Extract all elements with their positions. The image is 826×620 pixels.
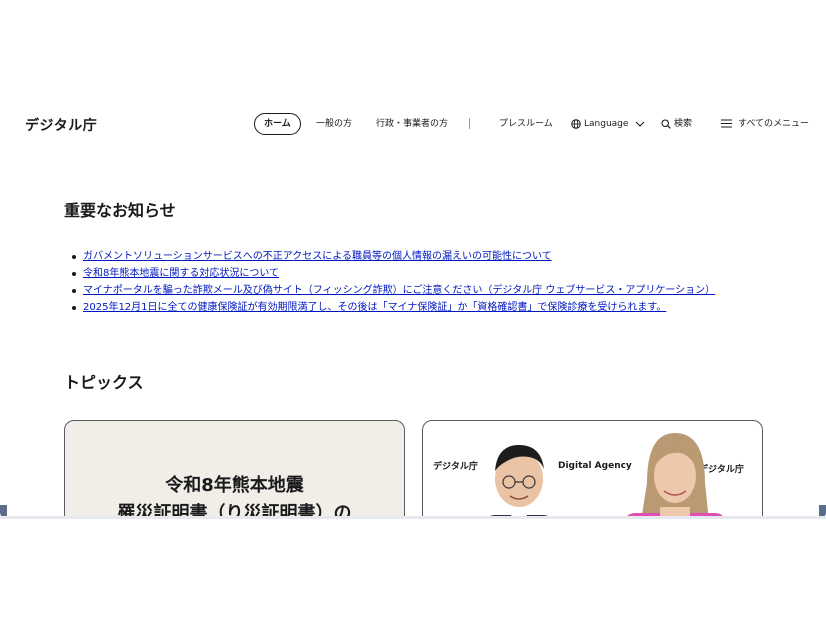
nav-all-menu-label: すべてのメニュー bbox=[738, 119, 810, 129]
notice-link[interactable]: 令和8年熊本地震に関する対応状況について bbox=[83, 268, 279, 279]
nav-search-label: 検索 bbox=[674, 119, 693, 129]
meeting-photo bbox=[486, 433, 725, 518]
notice-link[interactable]: ガバメントソリューションサービスへの不正アクセスによる職員等の個人情報の漏えいの… bbox=[83, 251, 552, 262]
nav-search[interactable]: 検索 bbox=[661, 113, 692, 135]
topic-card-title-line1: 令和8年熊本地震 bbox=[165, 475, 304, 496]
important-notices-heading: 重要なお知らせ bbox=[64, 201, 176, 220]
nav-home[interactable]: ホーム bbox=[254, 113, 301, 135]
notice-link[interactable]: マイナポータルを騙った詐欺メール及び偽サイト（フィッシング詐欺）にご注意ください… bbox=[83, 285, 715, 296]
nav-press[interactable]: プレスルーム bbox=[499, 113, 553, 135]
list-item: マイナポータルを騙った詐欺メール及び偽サイト（フィッシング詐欺）にご注意ください… bbox=[68, 282, 715, 299]
list-item: ガバメントソリューションサービスへの不正アクセスによる職員等の個人情報の漏えいの… bbox=[68, 248, 715, 265]
important-notices-list: ガバメントソリューションサービスへの不正アクセスによる職員等の個人情報の漏えいの… bbox=[68, 248, 715, 316]
nav-language-label: Language bbox=[584, 119, 629, 129]
chevron-down-icon bbox=[635, 121, 645, 127]
list-item: 令和8年熊本地震に関する対応状況について bbox=[68, 265, 715, 282]
nav-divider bbox=[469, 118, 470, 129]
topic-card-kumamoto[interactable]: 令和8年熊本地震 罹災証明書（り災証明書）の bbox=[64, 420, 405, 518]
notice-link[interactable]: 2025年12月1日に全ての健康保険証が有効期限満了し、その後は「マイナ保険証」… bbox=[83, 302, 666, 313]
nav-general[interactable]: 一般の方 bbox=[316, 113, 352, 135]
search-icon bbox=[661, 118, 671, 129]
nav-admin[interactable]: 行政・事業者の方 bbox=[376, 113, 448, 135]
nav-language[interactable]: Language bbox=[571, 113, 645, 135]
globe-icon bbox=[571, 118, 581, 129]
window-frame-bottom bbox=[0, 516, 826, 519]
list-item: 2025年12月1日に全ての健康保険証が有効期限満了し、その後は「マイナ保険証」… bbox=[68, 299, 715, 316]
site-logo[interactable]: デジタル庁 bbox=[25, 115, 97, 135]
person-man-figure bbox=[486, 445, 552, 518]
hamburger-menu-icon bbox=[721, 119, 732, 128]
person-woman-figure bbox=[625, 433, 725, 518]
nav-all-menu[interactable]: すべてのメニュー bbox=[721, 113, 809, 135]
topic-card-photo[interactable]: デジタル庁 Digital Agency デジタル庁 bbox=[422, 420, 763, 518]
browser-viewport: デジタル庁 ホーム 一般の方 行政・事業者の方 プレスルーム Language bbox=[0, 0, 826, 518]
topics-heading: トピックス bbox=[64, 373, 144, 392]
site-header: デジタル庁 ホーム 一般の方 行政・事業者の方 プレスルーム Language bbox=[0, 108, 826, 142]
